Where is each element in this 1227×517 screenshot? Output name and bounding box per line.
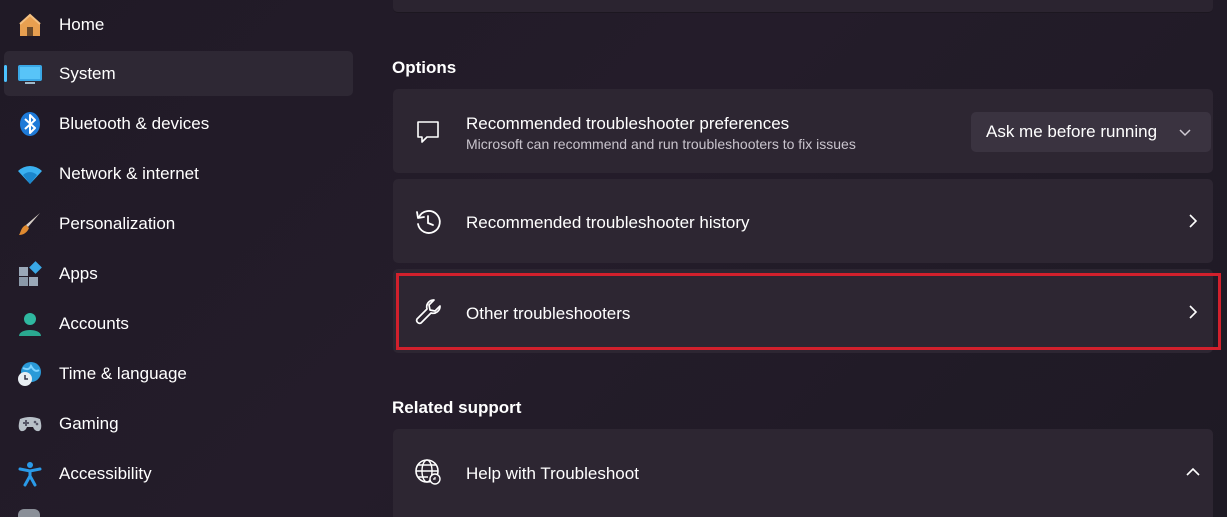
card-title: Other troubleshooters bbox=[466, 304, 631, 323]
previous-card bbox=[393, 0, 1213, 13]
sidebar-item-label: Bluetooth & devices bbox=[59, 113, 210, 133]
history-icon bbox=[413, 207, 443, 237]
sidebar-item-home[interactable]: Home bbox=[4, 2, 353, 47]
card-subtitle: Microsoft can recommend and run troubles… bbox=[466, 136, 856, 152]
dropdown-value: Ask me before running bbox=[986, 122, 1158, 141]
bluetooth-icon bbox=[16, 110, 44, 138]
paintbrush-icon bbox=[16, 210, 44, 238]
section-title-related-support: Related support bbox=[392, 398, 522, 417]
sidebar-item-label: Apps bbox=[59, 263, 98, 283]
sidebar-item-personalization[interactable]: Personalization bbox=[4, 201, 353, 246]
section-title-options: Options bbox=[392, 58, 457, 77]
sidebar-item-label: Gaming bbox=[59, 413, 119, 433]
chevron-up-icon[interactable] bbox=[1181, 460, 1205, 484]
sidebar-item-time-language[interactable]: Time & language bbox=[4, 351, 353, 396]
help-troubleshoot-card[interactable]: Help with Troubleshoot bbox=[393, 429, 1213, 517]
wrench-icon bbox=[413, 297, 443, 327]
chevron-right-icon bbox=[1181, 209, 1205, 233]
sidebar-item-network[interactable]: Network & internet bbox=[4, 151, 353, 196]
sidebar-item-gaming[interactable]: Gaming bbox=[4, 401, 353, 446]
sidebar-item-label: Time & language bbox=[59, 363, 187, 383]
sidebar-item-accessibility[interactable]: Accessibility bbox=[4, 451, 353, 496]
card-title: Recommended troubleshooter preferences bbox=[466, 114, 790, 133]
sidebar-item-label: Accounts bbox=[59, 313, 129, 333]
other-troubleshooters-card[interactable]: Other troubleshooters bbox=[393, 269, 1213, 353]
troubleshooter-history-card[interactable]: Recommended troubleshooter history bbox=[393, 179, 1213, 263]
troubleshooter-preference-dropdown[interactable]: Ask me before running bbox=[971, 112, 1211, 152]
home-icon bbox=[16, 11, 44, 39]
account-icon bbox=[16, 310, 44, 338]
sidebar: Home System Bluetooth & devices Network … bbox=[0, 0, 362, 517]
sidebar-item-bluetooth[interactable]: Bluetooth & devices bbox=[4, 101, 353, 146]
chat-bubble-icon bbox=[413, 117, 443, 147]
sidebar-item-apps[interactable]: Apps bbox=[4, 251, 353, 296]
sidebar-item-label: Personalization bbox=[59, 213, 176, 233]
sidebar-item-label: Accessibility bbox=[59, 463, 152, 483]
chevron-down-icon bbox=[1177, 124, 1193, 140]
apps-icon bbox=[16, 260, 44, 288]
globe-clock-icon bbox=[16, 360, 44, 388]
troubleshooter-preferences-card: Recommended troubleshooter preferences M… bbox=[393, 89, 1213, 173]
card-title: Recommended troubleshooter history bbox=[466, 213, 750, 232]
system-monitor-icon bbox=[16, 60, 44, 88]
sidebar-item-label: Home bbox=[59, 14, 105, 34]
sidebar-item-partial-icon bbox=[18, 509, 40, 517]
sidebar-item-system[interactable]: System bbox=[4, 51, 353, 96]
accessibility-icon bbox=[16, 460, 44, 488]
card-title: Help with Troubleshoot bbox=[466, 464, 639, 483]
sidebar-item-accounts[interactable]: Accounts bbox=[4, 301, 353, 346]
globe-icon bbox=[413, 457, 443, 487]
sidebar-item-label: System bbox=[59, 63, 116, 83]
sidebar-item-label: Network & internet bbox=[59, 163, 199, 183]
chevron-right-icon bbox=[1181, 300, 1205, 324]
gamepad-icon bbox=[16, 410, 44, 438]
selection-indicator bbox=[4, 65, 7, 82]
wifi-icon bbox=[16, 160, 44, 188]
